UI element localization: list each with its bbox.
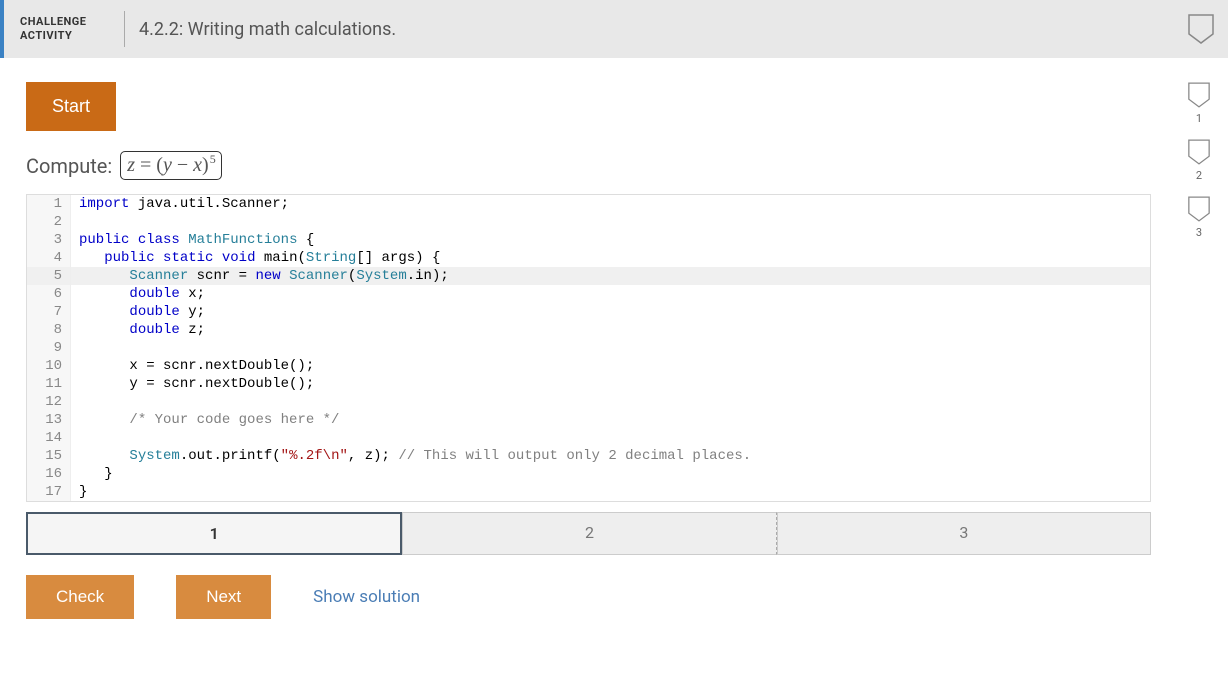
code-line-8[interactable]: 8 double z; <box>27 321 1150 339</box>
side-progress-num: 1 <box>1196 112 1202 125</box>
code-line-4[interactable]: 4 public static void main(String[] args)… <box>27 249 1150 267</box>
line-number: 3 <box>27 231 71 249</box>
challenge-label-line1: CHALLENGE <box>20 15 110 29</box>
side-progress-item-2[interactable]: 2 <box>1188 139 1210 182</box>
code-line-6[interactable]: 6 double x; <box>27 285 1150 303</box>
header-shield-icon <box>1188 14 1214 48</box>
line-number: 12 <box>27 393 71 411</box>
side-progress: 1 2 3 <box>1188 82 1210 239</box>
code-content[interactable]: double y; <box>71 303 1150 321</box>
line-number: 6 <box>27 285 71 303</box>
code-content[interactable]: public class MathFunctions { <box>71 231 1150 249</box>
show-solution-link[interactable]: Show solution <box>313 587 420 607</box>
code-line-5[interactable]: 5 Scanner scnr = new Scanner(System.in); <box>27 267 1150 285</box>
side-progress-item-1[interactable]: 1 <box>1188 82 1210 125</box>
code-content[interactable] <box>71 393 1150 411</box>
shield-icon <box>1188 139 1210 165</box>
compute-prompt: Compute: z = ( y − x ) 5 <box>26 151 1202 180</box>
code-content[interactable]: Scanner scnr = new Scanner(System.in); <box>71 267 1150 285</box>
code-line-7[interactable]: 7 double y; <box>27 303 1150 321</box>
line-number: 10 <box>27 357 71 375</box>
next-button[interactable]: Next <box>176 575 271 619</box>
line-number: 1 <box>27 195 71 213</box>
code-content[interactable]: import java.util.Scanner; <box>71 195 1150 213</box>
challenge-label-line2: ACTIVITY <box>20 29 110 43</box>
code-content[interactable]: } <box>71 483 1150 501</box>
check-button[interactable]: Check <box>26 575 134 619</box>
code-line-9[interactable]: 9 <box>27 339 1150 357</box>
code-content[interactable]: double z; <box>71 321 1150 339</box>
start-button[interactable]: Start <box>26 82 116 131</box>
code-line-17[interactable]: 17} <box>27 483 1150 501</box>
code-content[interactable]: y = scnr.nextDouble(); <box>71 375 1150 393</box>
line-number: 7 <box>27 303 71 321</box>
code-line-13[interactable]: 13 /* Your code goes here */ <box>27 411 1150 429</box>
line-number: 9 <box>27 339 71 357</box>
line-number: 13 <box>27 411 71 429</box>
side-progress-num: 3 <box>1196 226 1202 239</box>
code-line-11[interactable]: 11 y = scnr.nextDouble(); <box>27 375 1150 393</box>
line-number: 11 <box>27 375 71 393</box>
main-content: 123 Start Compute: z = ( y − x ) 5 1impo… <box>0 58 1228 619</box>
side-progress-num: 2 <box>1196 169 1202 182</box>
code-content[interactable]: System.out.printf("%.2f\n", z); // This … <box>71 447 1150 465</box>
code-content[interactable]: double x; <box>71 285 1150 303</box>
code-line-2[interactable]: 2 <box>27 213 1150 231</box>
code-line-14[interactable]: 14 <box>27 429 1150 447</box>
line-number: 8 <box>27 321 71 339</box>
challenge-activity-label: CHALLENGE ACTIVITY <box>20 15 110 44</box>
header-bar: CHALLENGE ACTIVITY 4.2.2: Writing math c… <box>0 0 1228 58</box>
code-line-16[interactable]: 16 } <box>27 465 1150 483</box>
line-number: 17 <box>27 483 71 501</box>
compute-label: Compute: <box>26 154 112 178</box>
code-content[interactable] <box>71 339 1150 357</box>
code-line-10[interactable]: 10 x = scnr.nextDouble(); <box>27 357 1150 375</box>
activity-title: 4.2.2: Writing math calculations. <box>139 19 396 40</box>
code-content[interactable]: /* Your code goes here */ <box>71 411 1150 429</box>
shield-icon <box>1188 82 1210 108</box>
progress-tab-2[interactable]: 2 <box>402 512 776 555</box>
line-number: 14 <box>27 429 71 447</box>
progress-tab-3[interactable]: 3 <box>777 512 1151 555</box>
code-line-1[interactable]: 1import java.util.Scanner; <box>27 195 1150 213</box>
progress-tab-1[interactable]: 1 <box>26 512 402 555</box>
code-editor[interactable]: 1import java.util.Scanner;23public class… <box>26 194 1151 502</box>
code-content[interactable]: public static void main(String[] args) { <box>71 249 1150 267</box>
line-number: 15 <box>27 447 71 465</box>
code-line-12[interactable]: 12 <box>27 393 1150 411</box>
code-line-15[interactable]: 15 System.out.printf("%.2f\n", z); // Th… <box>27 447 1150 465</box>
code-content[interactable] <box>71 429 1150 447</box>
progress-tabs: 123 <box>26 512 1151 555</box>
shield-icon <box>1188 196 1210 222</box>
line-number: 4 <box>27 249 71 267</box>
line-number: 5 <box>27 267 71 285</box>
formula-box: z = ( y − x ) 5 <box>120 151 221 180</box>
code-line-3[interactable]: 3public class MathFunctions { <box>27 231 1150 249</box>
header-divider <box>124 11 125 47</box>
code-content[interactable]: } <box>71 465 1150 483</box>
line-number: 16 <box>27 465 71 483</box>
side-progress-item-3[interactable]: 3 <box>1188 196 1210 239</box>
code-content[interactable]: x = scnr.nextDouble(); <box>71 357 1150 375</box>
code-content[interactable] <box>71 213 1150 231</box>
line-number: 2 <box>27 213 71 231</box>
action-row: Check Next Show solution <box>26 575 1202 619</box>
